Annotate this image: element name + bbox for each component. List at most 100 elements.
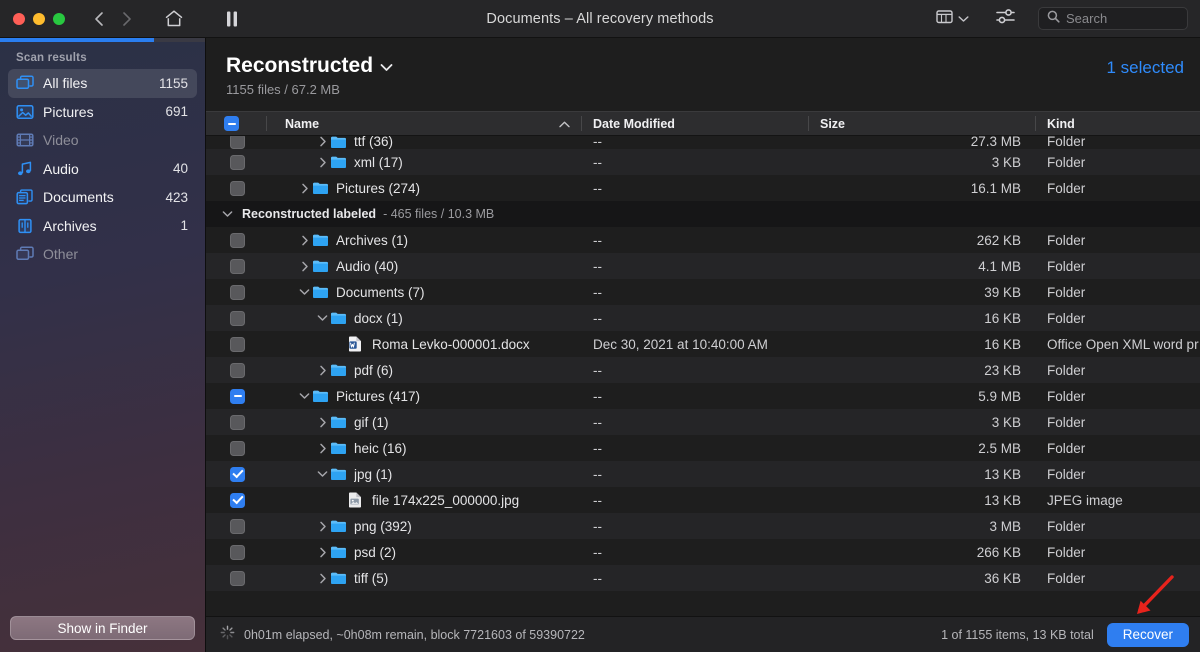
sidebar-item-label: All files [43,75,150,91]
table-row[interactable]: Archives (1)--262 KBFolder [206,227,1200,253]
chevron-down-icon[interactable] [297,392,312,400]
row-checkbox[interactable] [206,571,266,586]
sidebar-item-archives[interactable]: Archives1 [8,212,197,241]
chevron-right-icon[interactable] [297,183,312,194]
page-title[interactable]: Reconstructed [226,54,1107,78]
row-date-modified: -- [581,285,808,300]
chevron-right-icon[interactable] [315,417,330,428]
row-date-modified: -- [581,259,808,274]
table-row[interactable]: tiff (5)--36 KBFolder [206,565,1200,591]
table-row[interactable]: psd (2)--266 KBFolder [206,539,1200,565]
chevron-right-icon[interactable] [297,235,312,246]
row-checkbox[interactable] [206,136,266,149]
nav-buttons [85,6,139,32]
chevron-right-icon[interactable] [315,521,330,532]
table-row[interactable]: xml (17)--3 KBFolder [206,149,1200,175]
row-checkbox[interactable] [206,181,266,196]
row-checkbox[interactable] [206,415,266,430]
row-kind: Office Open XML word pr [1035,337,1200,352]
row-size: 262 KB [808,233,1035,248]
view-mode-button[interactable] [930,6,975,32]
selected-count: 1 selected [1107,54,1185,78]
maximize-button[interactable] [53,13,65,25]
file-list[interactable]: ttf (36)--27.3 MBFolderxml (17)--3 KBFol… [206,136,1200,616]
checkbox-off [230,519,245,534]
sidebar-item-label: Other [43,246,179,262]
row-checkbox[interactable] [206,233,266,248]
forward-button[interactable] [113,6,139,32]
row-date-modified: -- [581,311,808,326]
show-in-finder-button[interactable]: Show in Finder [10,616,195,640]
table-row[interactable]: gif (1)--3 KBFolder [206,409,1200,435]
chevron-right-icon[interactable] [315,443,330,454]
recover-button[interactable]: Recover [1107,623,1189,647]
search-input[interactable]: Search [1038,7,1188,30]
table-row[interactable]: Pictures (417)--5.9 MBFolder [206,383,1200,409]
row-checkbox[interactable] [206,467,266,482]
close-button[interactable] [13,13,25,25]
column-header-date-modified[interactable]: Date Modified [581,112,808,135]
row-kind: JPEG image [1035,493,1200,508]
sidebar-item-documents[interactable]: Documents423 [8,183,197,212]
chevron-right-icon[interactable] [315,136,330,147]
row-checkbox[interactable] [206,441,266,456]
group-header-row[interactable]: Reconstructed labeled- 465 files / 10.3 … [206,201,1200,227]
pause-icon[interactable] [215,6,249,32]
row-checkbox[interactable] [206,155,266,170]
chevron-down-icon[interactable] [380,54,393,78]
select-all-checkbox[interactable] [206,112,266,135]
chevron-down-icon[interactable] [220,210,235,218]
chevron-down-icon[interactable] [315,470,330,478]
sidebar-item-other[interactable]: Other [8,240,197,269]
table-row[interactable]: Pictures (274)--16.1 MBFolder [206,175,1200,201]
table-row[interactable]: heic (16)--2.5 MBFolder [206,435,1200,461]
table-row[interactable]: pdf (6)--23 KBFolder [206,357,1200,383]
home-icon[interactable] [157,6,191,32]
column-header-kind[interactable]: Kind [1035,112,1200,135]
sidebar-item-audio[interactable]: Audio40 [8,155,197,184]
chevron-right-icon[interactable] [315,547,330,558]
sidebar-item-all-files[interactable]: All files1155 [8,69,197,98]
row-name-cell: tiff (5) [266,571,581,586]
minimize-button[interactable] [33,13,45,25]
folder-icon [330,311,347,325]
chevron-right-icon[interactable] [297,261,312,272]
chevron-right-icon[interactable] [315,157,330,168]
row-checkbox[interactable] [206,493,266,508]
row-checkbox[interactable] [206,363,266,378]
folder-icon [330,571,347,585]
scan-progress-text: 0h01m elapsed, ~0h08m remain, block 7721… [244,628,585,642]
row-checkbox[interactable] [206,311,266,326]
table-row[interactable]: Audio (40)--4.1 MBFolder [206,253,1200,279]
filters-button[interactable] [985,5,1026,33]
row-checkbox[interactable] [206,389,266,404]
row-checkbox[interactable] [206,285,266,300]
checkbox-off [230,337,245,352]
chevron-right-icon[interactable] [315,573,330,584]
table-row[interactable]: Documents (7)--39 KBFolder [206,279,1200,305]
row-size: 16 KB [808,337,1035,352]
column-header-name[interactable]: Name [266,112,581,135]
table-row[interactable]: Roma Levko-000001.docxDec 30, 2021 at 10… [206,331,1200,357]
sidebar-item-pictures[interactable]: Pictures691 [8,98,197,127]
row-checkbox[interactable] [206,259,266,274]
row-checkbox[interactable] [206,545,266,560]
table-row[interactable]: jpg (1)--13 KBFolder [206,461,1200,487]
back-button[interactable] [85,6,111,32]
row-checkbox[interactable] [206,337,266,352]
row-size: 13 KB [808,467,1035,482]
table-row[interactable]: file 174x225_000000.jpg--13 KBJPEG image [206,487,1200,513]
row-checkbox[interactable] [206,519,266,534]
chevron-down-icon[interactable] [297,288,312,296]
search-placeholder: Search [1066,11,1107,26]
row-name-cell: Archives (1) [266,233,581,248]
chevron-down-icon[interactable] [315,314,330,322]
sidebar-item-video[interactable]: Video [8,126,197,155]
group-header-meta: - 465 files / 10.3 MB [383,207,494,221]
table-row[interactable]: png (392)--3 MBFolder [206,513,1200,539]
table-row[interactable]: ttf (36)--27.3 MBFolder [206,136,1200,149]
column-header-size[interactable]: Size [808,112,1035,135]
table-row[interactable]: docx (1)--16 KBFolder [206,305,1200,331]
folder-icon [330,415,347,429]
chevron-right-icon[interactable] [315,365,330,376]
